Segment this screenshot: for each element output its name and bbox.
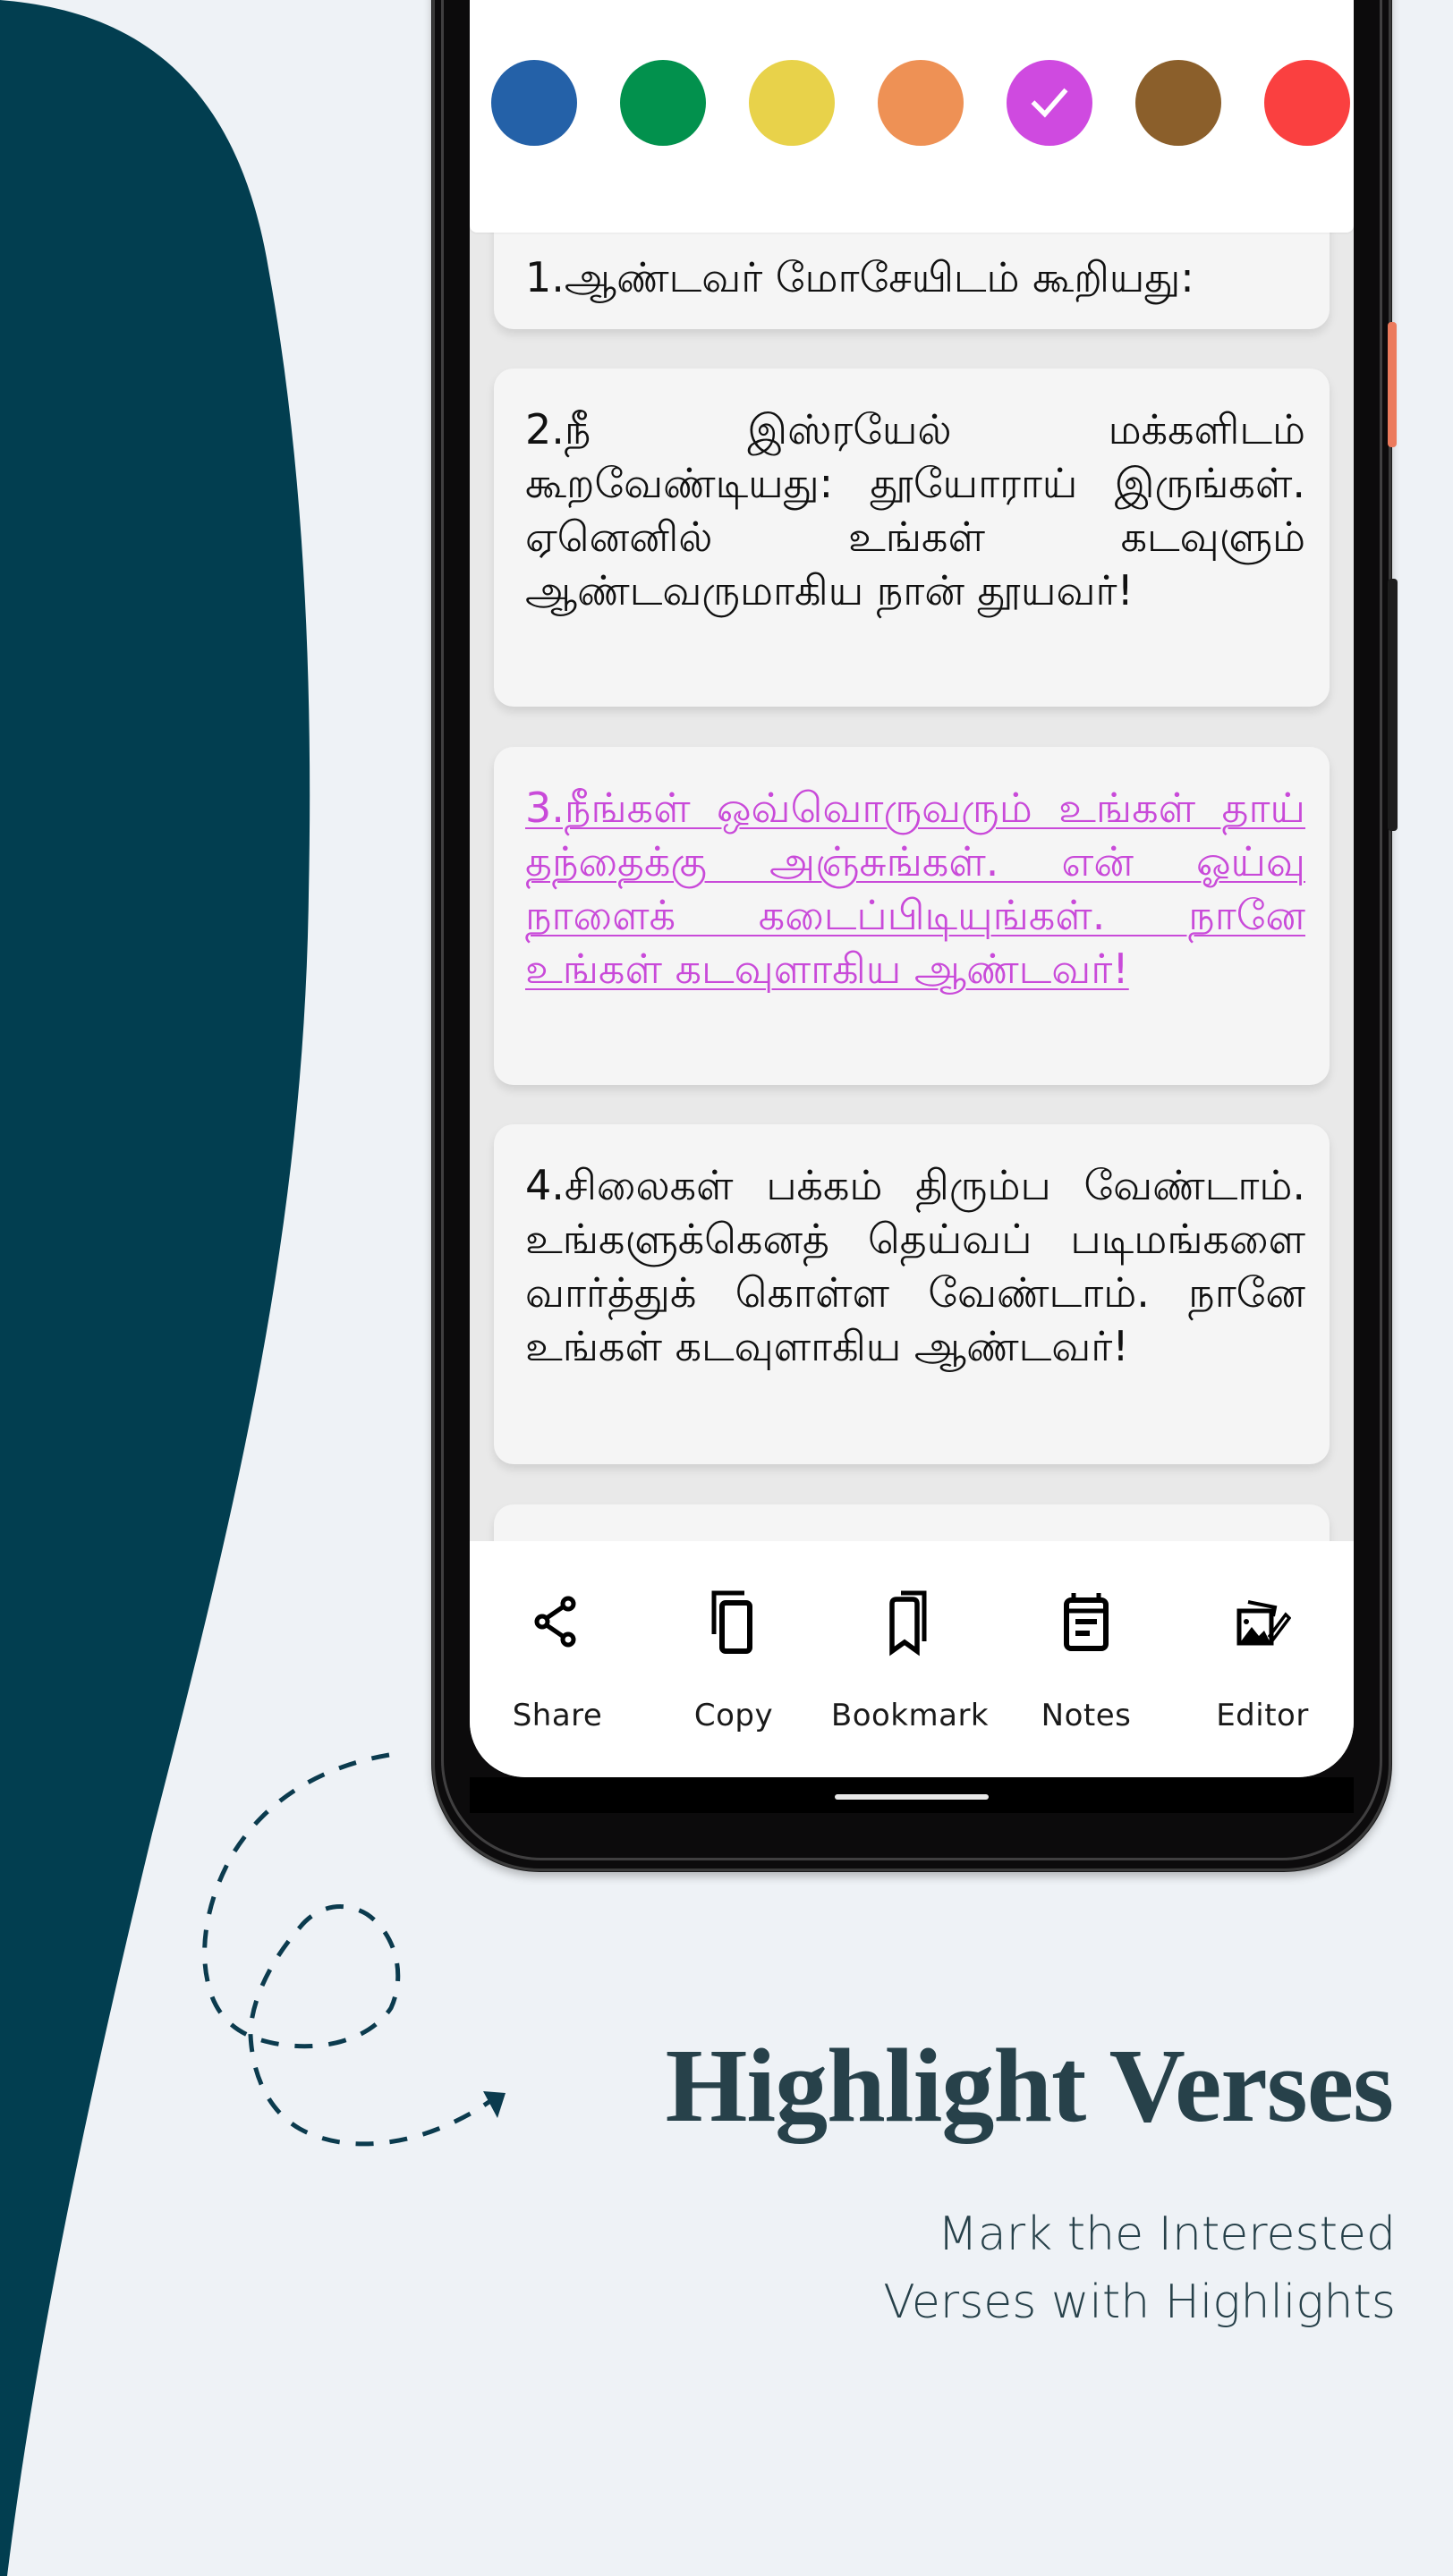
bookmark-icon (889, 1590, 927, 1657)
verse-action-bar: Share Copy Bookmark Notes Editor (470, 1541, 1354, 1777)
verse-text-highlighted: 3.நீங்கள் ஒவ்வொருவரும் உங்கள் தாய் தந்தை… (525, 784, 1305, 993)
notes-icon (1064, 1593, 1109, 1651)
share-button[interactable]: Share (472, 1541, 642, 1777)
verse-text: 1.ஆண்டவர் மோசேயிடம் கூறியது: (525, 253, 1194, 301)
image-editor-icon (1236, 1600, 1291, 1646)
feature-subtitle: Mark the Interested Verses with Highligh… (883, 2200, 1396, 2336)
copy-label: Copy (693, 1698, 774, 1733)
phone-volume-button (1388, 579, 1398, 831)
verse-card-highlighted[interactable]: 3.நீங்கள் ஒவ்வொருவரும் உங்கள் தாய் தந்தை… (494, 747, 1330, 1085)
check-icon (1031, 88, 1068, 118)
phone-screen: 1.ஆண்டவர் மோசேயிடம் கூறியது: 2.நீ இஸ்ரயே… (470, 0, 1354, 1777)
verse-text: 4.சிலைகள் பக்கம் திரும்ப வேண்டாம். உங்கள… (525, 1161, 1305, 1370)
highlight-color-picker (470, 0, 1354, 233)
copy-icon (711, 1590, 752, 1654)
verse-text: 2.நீ இஸ்ரயேல் மக்களிடம் கூறவேண்டியது: தூ… (525, 405, 1305, 614)
subtitle-line: Mark the Interested (937, 2207, 1396, 2261)
share-icon (534, 1596, 576, 1648)
share-label: Share (512, 1698, 603, 1733)
color-swatch-green[interactable] (620, 60, 706, 146)
color-swatch-orange[interactable] (878, 60, 964, 146)
teal-blob (0, 0, 310, 2576)
subtitle-line: Verses with Highlights (883, 2275, 1396, 2329)
verse-card[interactable]: 2.நீ இஸ்ரயேல் மக்களிடம் கூறவேண்டியது: தூ… (494, 369, 1330, 707)
bookmark-button[interactable]: Bookmark (825, 1541, 995, 1777)
color-swatch-brown[interactable] (1135, 60, 1221, 146)
color-swatch-purple[interactable] (1007, 60, 1092, 146)
color-swatch-yellow[interactable] (749, 60, 835, 146)
bookmark-label: Bookmark (830, 1698, 990, 1733)
color-swatch-blue[interactable] (491, 60, 577, 146)
phone-power-button (1388, 322, 1397, 447)
notes-button[interactable]: Notes (1001, 1541, 1171, 1777)
feature-headline: Highlight Verses (665, 2027, 1394, 2144)
notes-label: Notes (1041, 1698, 1132, 1733)
editor-label: Editor (1216, 1698, 1309, 1733)
verse-card[interactable]: 4.சிலைகள் பக்கம் திரும்ப வேண்டாம். உங்கள… (494, 1124, 1330, 1464)
color-swatch-red[interactable] (1264, 60, 1350, 146)
editor-button[interactable]: Editor (1177, 1541, 1347, 1777)
home-indicator[interactable] (835, 1794, 989, 1800)
copy-button[interactable]: Copy (649, 1541, 819, 1777)
